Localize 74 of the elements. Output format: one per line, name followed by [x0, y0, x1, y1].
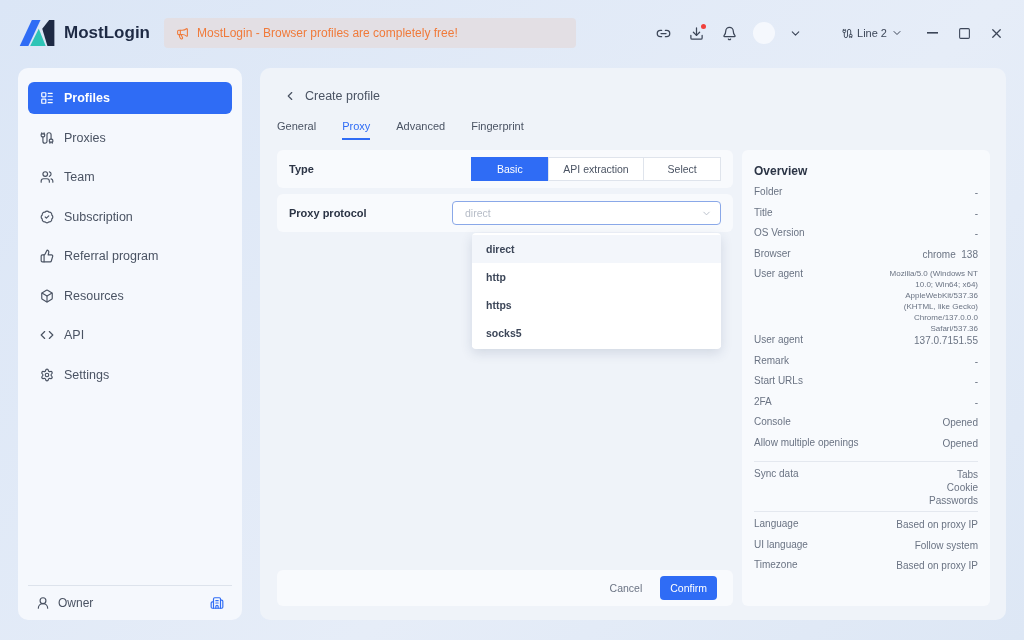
overview-label: Folder [754, 186, 783, 199]
overview-value: - [974, 227, 978, 241]
confirm-button[interactable]: Confirm [660, 576, 717, 600]
overview-value: Opened [942, 436, 978, 451]
overview-value: - [974, 395, 978, 410]
overview-value: Tabs Cookie Passwords [929, 468, 978, 507]
overview-value: - [974, 375, 978, 389]
overview-label: OS Version [754, 227, 805, 240]
field-label: Proxy protocol [289, 207, 367, 219]
list-icon [40, 91, 54, 105]
sidebar-item[interactable]: Profiles [28, 82, 232, 114]
overview-label: Console [754, 416, 791, 429]
box-icon [40, 288, 54, 303]
overview-label: Timezone [754, 559, 798, 572]
dropdown-option[interactable]: direct [472, 235, 721, 263]
maximize-icon [958, 26, 971, 40]
overview-label: Language [754, 518, 799, 531]
page-title: Create profile [305, 89, 381, 103]
cable-icon [40, 130, 54, 145]
overview-label: Browser [754, 247, 791, 261]
megaphone-icon [176, 26, 189, 40]
thumbs-up-icon [40, 249, 54, 263]
line-selector[interactable]: Line 2 [836, 26, 909, 40]
overview-title: Overview [754, 164, 809, 178]
type-option[interactable]: Select [643, 157, 721, 181]
overview-label: 2FA [754, 395, 772, 409]
sidebar-item[interactable]: Proxies [28, 121, 232, 154]
overview-label: UI language [754, 538, 808, 552]
cancel-button[interactable]: Cancel [603, 581, 649, 595]
overview-value: chrome 138 [922, 247, 978, 262]
overview-value: - [974, 186, 978, 200]
download-button[interactable] [687, 23, 706, 43]
type-option[interactable]: API extraction [547, 157, 645, 181]
sidebar-item[interactable]: Team [28, 161, 232, 193]
sidebar-item[interactable]: API [28, 319, 232, 351]
tab[interactable]: Advanced [396, 120, 446, 140]
tab[interactable]: General [277, 120, 317, 140]
overview-value: - [974, 206, 978, 221]
overview-value: Opened [942, 416, 978, 430]
overview-value: Follow system [914, 538, 978, 553]
overview-label: Title [754, 206, 773, 220]
tab[interactable]: Fingerprint [471, 120, 524, 140]
announcement-text: MostLogin - Browser profiles are completely free! [197, 26, 458, 40]
overview-value: - [974, 354, 978, 369]
badge-icon [40, 209, 54, 224]
overview-value: 137.0.7151.55 [914, 334, 978, 348]
minimize-icon [927, 32, 938, 34]
field-label: Type [289, 163, 314, 175]
building-icon[interactable] [210, 596, 224, 610]
overview-value: Based on proxy IP [896, 518, 978, 532]
type-option[interactable]: Basic [471, 157, 549, 181]
overview-label: Start URLs [754, 375, 803, 388]
owner-label: Owner [58, 596, 94, 610]
sidebar-item[interactable]: Settings [28, 358, 232, 391]
dropdown-option[interactable]: https [472, 291, 721, 319]
sidebar-item[interactable]: Resources [28, 279, 232, 312]
overview-label: User agent [754, 268, 803, 281]
cable-icon [842, 27, 853, 39]
people-icon [40, 170, 54, 184]
overview-value: Mozilla/5.0 (Windows NT 10.0; Win64; x64) AppleWebKit/537.36 (KHTML, like Gecko) Chrome/137.0.0.0 Safari/537.36 [889, 268, 978, 334]
dropdown-option[interactable]: socks5 [472, 319, 721, 347]
app-name: MostLogin [64, 23, 150, 43]
overview-label: Sync data [754, 468, 799, 481]
overview-value: Based on proxy IP [896, 559, 978, 573]
user-icon [36, 596, 50, 610]
code-icon [40, 328, 54, 342]
overview-label: User agent [754, 334, 803, 347]
sidebar-item[interactable]: Subscription [28, 200, 232, 233]
overview-label: Remark [754, 354, 789, 368]
sidebar-item[interactable]: Referral program [28, 240, 232, 272]
settings-icon [40, 367, 54, 382]
tab[interactable]: Proxy [342, 120, 371, 140]
overview-label: Allow multiple openings [754, 436, 859, 450]
dropdown-option[interactable]: http [472, 263, 721, 291]
